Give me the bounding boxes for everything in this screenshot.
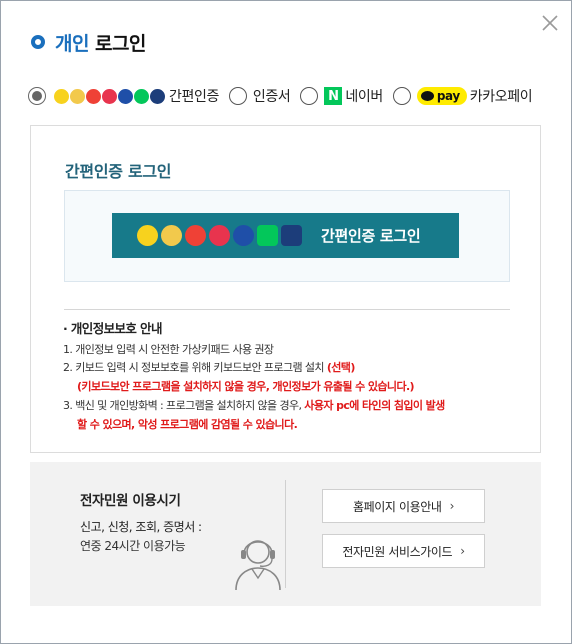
speech-bubble-icon [420,91,434,101]
service-hours-section: 전자민원 이용시기 신고, 신청, 조회, 증명서 : 연중 24시간 이용가능… [30,462,541,606]
method-label-kakaopay: 카카오페이 [469,89,533,105]
title-accent: 개인 [55,32,89,55]
chevron-right-icon: › [449,499,455,513]
kakao-icon [137,225,158,246]
title-bullet-icon [31,35,45,49]
pass-icon [102,88,117,104]
easy-auth-provider-icons [54,88,166,104]
method-label-naver: 네이버 [345,89,383,105]
radio-naver[interactable] [300,87,319,105]
login-dialog: 개인 로그인 간편인증 인증서 N 네이버 pay 카카오페이 간편인증 로그인… [0,0,572,644]
naver-logo-icon: N [324,87,343,105]
notice-line-1: 1. 개인정보 입력 시 안전한 가상키패드 사용 권장 [63,341,523,360]
dialog-title: 개인 로그인 [31,29,146,55]
radio-certificate[interactable] [228,87,247,105]
panel-title: 간편인증 로그인 [65,162,172,181]
easy-auth-login-button[interactable]: 간편인증 로그인 [112,213,459,258]
easy-auth-button-area: 간편인증 로그인 [64,190,510,282]
login-method-selector: 간편인증 인증서 N 네이버 pay 카카오페이 [28,83,533,109]
e-civil-service-guide-button[interactable]: 전자민원 서비스가이드 › [322,534,485,568]
radio-kakaopay[interactable] [392,87,411,105]
kakao-icon [54,88,69,104]
privacy-notice: · 개인정보보호 안내 1. 개인정보 입력 시 안전한 가상키패드 사용 권장… [63,320,523,434]
title-rest: 로그인 [94,32,146,55]
shinhan-icon [281,225,302,246]
method-option-easy-auth[interactable]: 간편인증 [28,86,219,106]
notice-line-5: 할 수 있으며, 악성 프로그램에 감염될 수 있습니다. [63,416,523,435]
method-label-certificate: 인증서 [252,89,291,105]
samsung-pass-icon [233,225,254,246]
panel-divider [64,309,510,310]
toss-icon [70,88,85,104]
provider-logo-row [137,225,305,246]
naver-icon [257,225,278,246]
notice-line-2-red: (선택) [326,361,356,375]
easy-auth-panel: 간편인증 로그인 간편인증 로그인 · 개인정보보호 안내 1. 개인정보 입력… [30,125,541,453]
kakaopay-logo-icon: pay [416,87,467,105]
method-option-naver[interactable]: N 네이버 [300,86,383,106]
homepage-guide-label: 홈페이지 이용안내 [353,499,442,514]
notice-line-3: (키보드보안 프로그램을 설치하지 않을 경우, 개인정보가 유출될 수 있습니… [63,378,523,397]
section-divider [285,480,286,588]
method-option-kakaopay[interactable]: pay 카카오페이 [392,86,533,106]
service-subtitle: 신고, 신청, 조회, 증명서 : [80,520,202,534]
close-icon[interactable] [540,13,560,33]
pass-icon [209,225,230,246]
service-hours-value: 연중 24시간 이용가능 [80,539,186,553]
notice-line-2-text: 2. 키보드 입력 시 정보보호를 위해 키보드보안 프로그램 설치 [63,361,325,375]
notice-line-3-red: (키보드보안 프로그램을 설치하지 않을 경우, 개인정보가 유출될 수 있습니… [77,380,415,394]
notice-line-2: 2. 키보드 입력 시 정보보호를 위해 키보드보안 프로그램 설치 (선택) [63,359,523,378]
toss-icon [161,225,182,246]
easy-auth-button-label: 간편인증 로그인 [321,227,421,245]
shinhan-icon [150,88,165,104]
payco-icon [185,225,206,246]
payco-icon [86,88,101,104]
kakaopay-badge-text: pay [436,89,460,103]
samsung-pass-icon [118,88,133,104]
e-civil-service-guide-label: 전자민원 서비스가이드 [342,544,453,559]
notice-heading: · 개인정보보호 안내 [63,321,162,336]
notice-line-4-red: 사용자 pc에 타인의 침입이 발생 [304,398,445,412]
homepage-guide-button[interactable]: 홈페이지 이용안내 › [322,489,485,523]
method-label-easy-auth: 간편인증 [169,89,219,105]
method-option-certificate[interactable]: 인증서 [228,86,291,106]
notice-line-5-red: 할 수 있으며, 악성 프로그램에 감염될 수 있습니다. [77,417,298,431]
notice-line-4: 3. 백신 및 개인방화벽 : 프로그램을 설치하지 않을 경우, 사용자 pc… [63,397,523,416]
service-title: 전자민원 이용시기 [80,493,181,509]
chevron-right-icon: › [460,544,465,558]
radio-easy-auth[interactable] [28,87,46,105]
notice-line-1-text: 1. 개인정보 입력 시 안전한 가상키패드 사용 권장 [63,342,274,356]
naver-icon [134,88,149,104]
support-agent-icon [230,532,286,591]
notice-line-4-text: 3. 백신 및 개인방화벽 : 프로그램을 설치하지 않을 경우, [63,398,302,412]
